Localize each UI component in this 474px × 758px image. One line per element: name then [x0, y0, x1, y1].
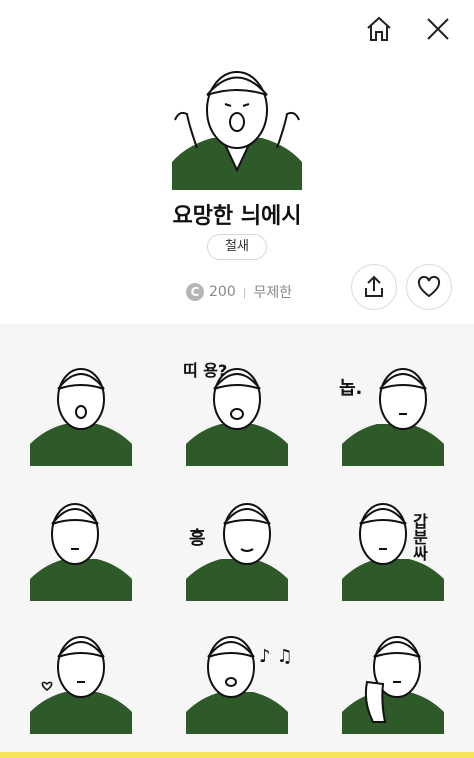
sticker-8-caption: ♪ ♫ [259, 646, 293, 667]
sticker-6[interactable]: 갑분싸 [337, 489, 449, 601]
sticker-2[interactable]: 띠 용? [181, 354, 293, 466]
sticker-title: 요망한 늬에시 [172, 204, 302, 229]
bottom-accent-bar [0, 752, 474, 758]
sticker-5-caption: 흥 [189, 527, 206, 549]
share-icon [365, 275, 383, 297]
price-row: C 200 | 무제한 [186, 282, 292, 302]
heart-icon [417, 275, 441, 298]
sticker-4[interactable] [25, 489, 137, 601]
author-chip[interactable]: 철새 [207, 234, 267, 260]
sticker-2-caption: 띠 용? [183, 361, 227, 380]
sticker-8[interactable]: ♪ ♫ [181, 622, 293, 734]
share-button[interactable] [351, 264, 397, 310]
coin-icon: C [186, 283, 204, 301]
main-sticker-image [167, 50, 307, 190]
sticker-grid: 띠 용? 놉. 흥 갑분싸 ♪ ♫ [0, 324, 474, 758]
price-value: 200 [209, 284, 236, 300]
duration-label: 무제한 [253, 285, 293, 301]
sticker-7[interactable] [25, 622, 137, 734]
home-icon [367, 16, 391, 41]
close-icon [427, 18, 449, 40]
sticker-9[interactable] [337, 622, 449, 734]
home-button[interactable] [359, 9, 399, 49]
sticker-1[interactable] [25, 354, 137, 466]
price-separator: | [242, 285, 247, 299]
sticker-6-caption: 갑분싸 [410, 512, 429, 562]
sticker-3-caption: 놉. [339, 378, 362, 399]
close-button[interactable] [418, 9, 458, 49]
sticker-3[interactable]: 놉. [337, 354, 449, 466]
sticker-5[interactable]: 흥 [181, 489, 293, 601]
like-button[interactable] [406, 264, 452, 310]
